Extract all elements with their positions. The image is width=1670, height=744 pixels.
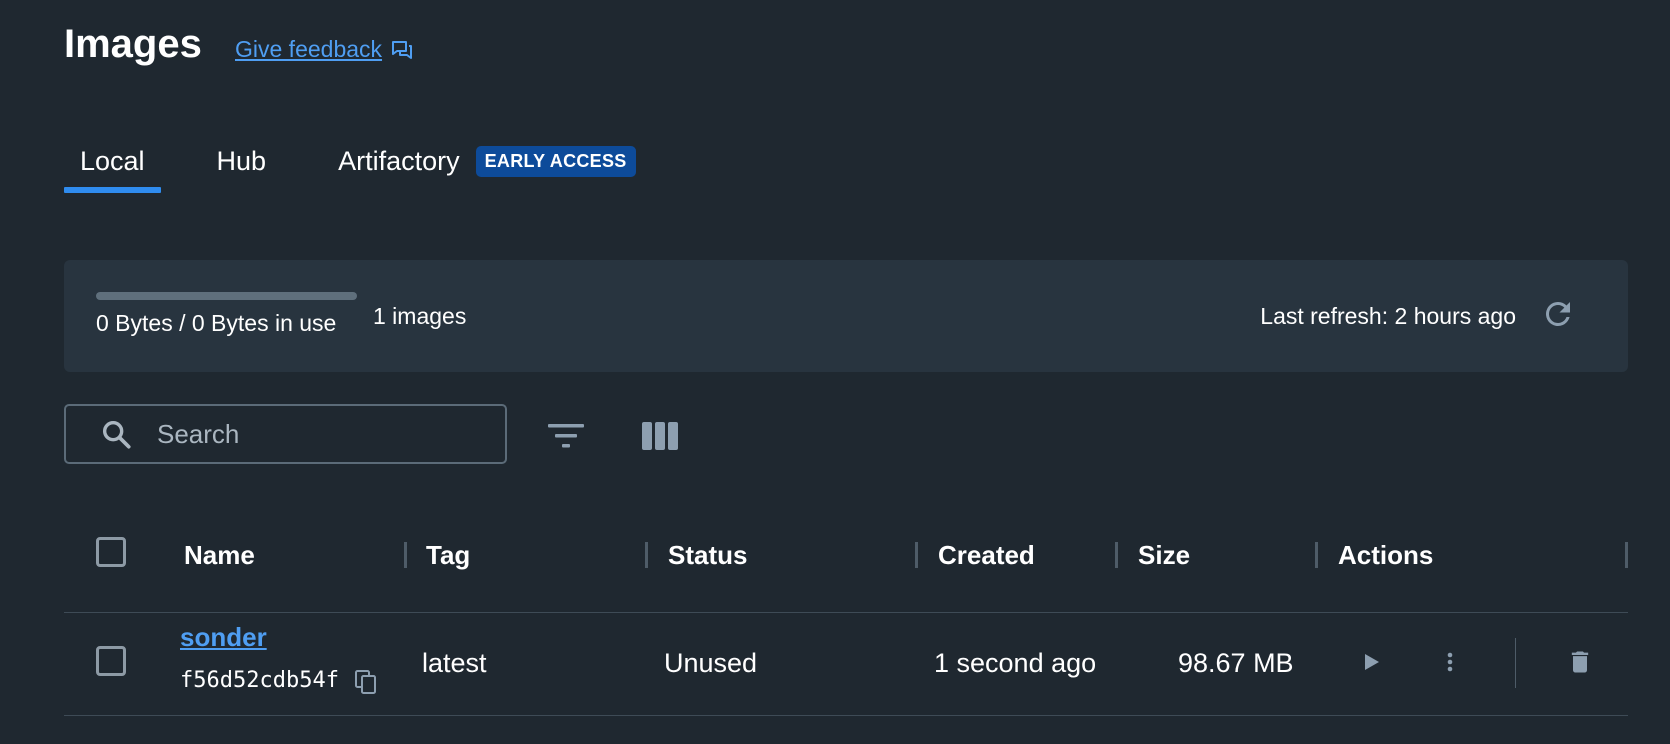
disk-usage-panel: 0 Bytes / 0 Bytes in use 1 images Last r…: [64, 260, 1628, 372]
run-button[interactable]: [1351, 642, 1391, 682]
disk-usage-bar: [96, 292, 357, 300]
images-count: 1 images: [373, 303, 467, 329]
disk-usage-text: 0 Bytes / 0 Bytes in use: [96, 310, 337, 336]
last-refresh-text: Last refresh: 2 hours ago: [1260, 303, 1516, 329]
feedback-icon: [392, 40, 413, 59]
copy-id-button[interactable]: [352, 667, 380, 697]
column-header-status[interactable]: Status: [668, 540, 747, 571]
search-input[interactable]: [155, 417, 479, 451]
filter-icon: [548, 424, 584, 448]
column-header-tag[interactable]: Tag: [426, 540, 470, 571]
table-header: Name Tag Status Created Size Actions: [64, 520, 1628, 613]
column-resize-handle[interactable]: [1315, 542, 1318, 568]
image-name-link[interactable]: sonder: [180, 622, 267, 653]
tab-local[interactable]: Local: [64, 140, 161, 193]
actions-divider: [1515, 638, 1516, 688]
columns-icon: [642, 422, 678, 450]
image-status: Unused: [664, 648, 758, 678]
column-header-size[interactable]: Size: [1138, 540, 1190, 571]
columns-button[interactable]: [638, 414, 682, 458]
column-resize-handle[interactable]: [1115, 542, 1118, 568]
copy-icon: [355, 670, 376, 694]
column-header-actions: Actions: [1338, 540, 1434, 570]
search-field[interactable]: [64, 404, 507, 464]
image-created: 1 second ago: [934, 648, 1097, 678]
image-id: f56d52cdb54f: [180, 668, 339, 693]
column-resize-handle[interactable]: [915, 542, 918, 568]
give-feedback-label: Give feedback: [235, 36, 383, 62]
column-header-name[interactable]: Name: [184, 540, 255, 571]
column-header-created[interactable]: Created: [938, 540, 1035, 571]
image-tag: latest: [422, 648, 487, 678]
search-icon: [102, 420, 131, 449]
column-resize-handle[interactable]: [645, 542, 648, 568]
column-resize-handle[interactable]: [1625, 542, 1628, 568]
page-title: Images: [64, 22, 202, 66]
tab-hub-label: Hub: [216, 146, 267, 176]
tab-local-label: Local: [80, 146, 145, 176]
row-checkbox[interactable]: [96, 646, 126, 676]
tab-artifactory-label: Artifactory: [338, 146, 460, 176]
more-options-button[interactable]: [1430, 642, 1470, 682]
tab-hub[interactable]: Hub: [201, 140, 283, 193]
image-size: 98.67 MB: [1178, 648, 1294, 678]
trash-icon: [1571, 651, 1589, 673]
play-icon: [1365, 654, 1379, 670]
tab-artifactory[interactable]: Artifactory EARLY ACCESS: [322, 140, 652, 193]
refresh-button[interactable]: [1538, 294, 1578, 334]
give-feedback-link[interactable]: Give feedback: [235, 36, 414, 63]
select-all-checkbox[interactable]: [96, 537, 126, 567]
refresh-icon: [1545, 301, 1570, 326]
table-row: sonder f56d52cdb54f latest Unused 1 seco…: [64, 612, 1628, 716]
early-access-badge: EARLY ACCESS: [475, 146, 636, 177]
tab-bar: Local Hub Artifactory EARLY ACCESS: [64, 140, 692, 196]
column-resize-handle[interactable]: [404, 542, 407, 568]
delete-button[interactable]: [1560, 642, 1600, 682]
filter-button[interactable]: [544, 414, 588, 458]
more-vertical-icon: [1447, 652, 1453, 672]
